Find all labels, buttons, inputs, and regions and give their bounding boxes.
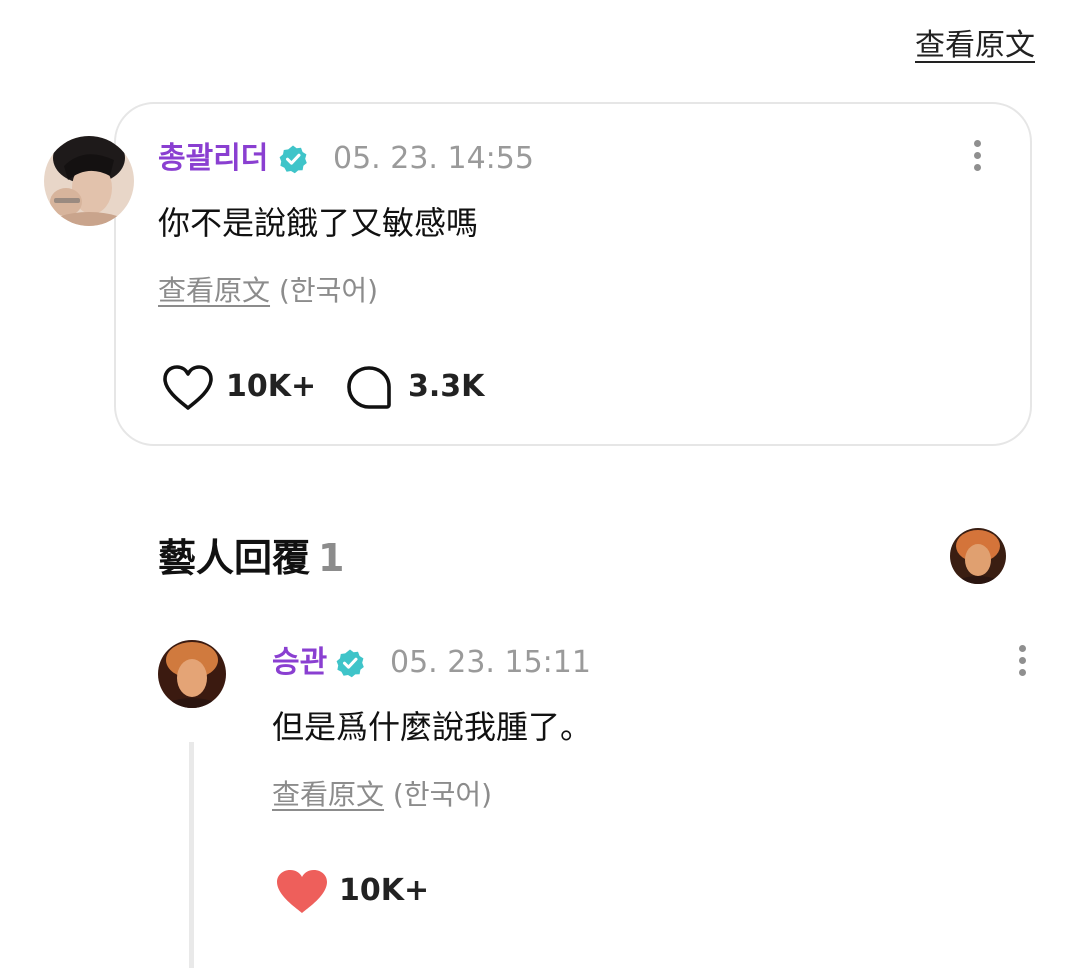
comment-bubble-icon[interactable]: [345, 364, 395, 412]
reply-thread-line: [189, 742, 194, 968]
heart-filled-icon[interactable]: [275, 868, 329, 916]
reply-username[interactable]: 승관: [272, 645, 327, 681]
reply-text: 但是爲什麼說我腫了。: [272, 708, 593, 746]
view-original-link[interactable]: 查看原文: [915, 26, 1035, 66]
artist-avatar-small[interactable]: [950, 528, 1006, 584]
heart-outline-icon[interactable]: [161, 364, 215, 412]
comment-view-original-link[interactable]: 查看原文: [158, 274, 270, 307]
verified-badge-icon: [279, 145, 307, 174]
reply-translate-row: 查看原文 (한국어): [272, 777, 492, 813]
artist-replies-heading: 藝人回覆 1: [158, 534, 344, 582]
reply-timestamp: 05. 23. 15:11: [390, 645, 591, 680]
comment-translate-row: 查看原文 (한국어): [158, 273, 378, 309]
reply-original-language: (한국어): [392, 778, 493, 811]
comment-username[interactable]: 총괄리더: [158, 141, 268, 177]
comment-timestamp: 05. 23. 14:55: [333, 141, 534, 176]
reply-more-icon[interactable]: [1012, 645, 1032, 685]
reply-author-avatar[interactable]: [158, 640, 226, 708]
reply-view-original-link[interactable]: 查看原文: [272, 778, 384, 811]
comment-original-language: (한국어): [278, 274, 379, 307]
comment-reply-count: 3.3K: [408, 369, 485, 404]
artist-replies-title: 藝人回覆: [158, 536, 311, 580]
comment-like-count: 10K+: [226, 369, 317, 404]
reply-like-count: 10K+: [339, 873, 430, 908]
verified-badge-icon: [336, 649, 364, 678]
artist-replies-count: 1: [318, 536, 345, 580]
comment-text: 你不是說餓了又敏感嗎: [158, 204, 479, 242]
comment-author-avatar[interactable]: [44, 136, 134, 226]
comment-more-icon[interactable]: [967, 140, 987, 180]
